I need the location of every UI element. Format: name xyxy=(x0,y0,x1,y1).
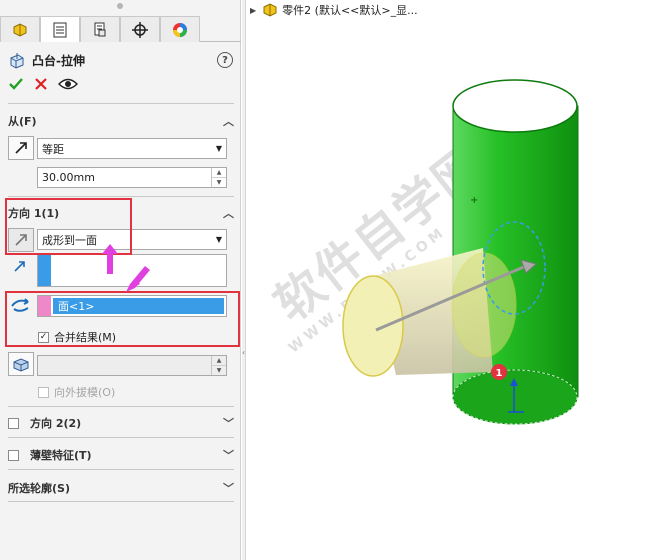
offset-spinner[interactable]: ▲ ▼ xyxy=(211,168,226,187)
chevron-up-icon[interactable]: ︿ xyxy=(223,113,234,129)
divider xyxy=(8,469,234,470)
feature-tree-flyout[interactable]: ▶ 零件2 (默认<<默认>_显... xyxy=(250,2,418,18)
checkbox-unchecked-icon xyxy=(8,417,19,429)
checkbox-unchecked-icon xyxy=(8,449,19,461)
feature-title-bar: 凸台-拉伸 ? xyxy=(8,50,233,70)
tab-feature-manager[interactable] xyxy=(0,16,40,42)
direction-arrow-icon xyxy=(15,142,27,154)
section-from-title: 从(F) xyxy=(8,115,37,128)
from-direction-button[interactable] xyxy=(8,136,34,160)
direction-vector-icon xyxy=(14,261,25,272)
draft-angle-input[interactable]: ▲ ▼ xyxy=(37,355,227,376)
sketch-point: + xyxy=(470,195,478,206)
tab-configuration-manager[interactable] xyxy=(80,16,120,42)
draft-outward-label: 向外拔模(O) xyxy=(54,386,116,399)
tab-dimxpert-manager[interactable] xyxy=(120,16,160,42)
from-offset-value: 30.00mm xyxy=(42,171,95,184)
thin-feature-checkbox[interactable] xyxy=(8,449,24,461)
property-manager-panel: 凸台-拉伸 ? 从(F) ︿ 等距 ▼ 30.00mm ▲ ▼ 方向 1(1) ︿… xyxy=(0,0,241,560)
expand-caret-icon[interactable]: ▶ xyxy=(250,6,256,15)
from-end-condition-value: 等距 xyxy=(42,142,64,156)
tab-property-manager[interactable] xyxy=(40,16,80,42)
manager-tabs xyxy=(0,16,241,42)
section-selected-contours-title: 所选轮廓(S) xyxy=(8,482,70,495)
from-end-condition-select[interactable]: 等距 ▼ xyxy=(37,138,227,159)
draft-spinner[interactable]: ▲ ▼ xyxy=(211,356,226,375)
section-thin-feature-title: 薄壁特征(T) xyxy=(30,449,92,462)
appearance-ball-icon xyxy=(173,22,187,37)
chevron-up-icon[interactable]: ︿ xyxy=(223,205,234,221)
annotation-magenta-arrows xyxy=(102,244,150,292)
divider xyxy=(8,501,234,502)
divider xyxy=(8,103,234,104)
divider xyxy=(8,437,234,438)
configuration-icon xyxy=(94,22,106,36)
draft-outward-checkbox[interactable]: 向外拔模(O) xyxy=(38,384,115,400)
part-icon xyxy=(263,3,277,17)
chevron-down-icon[interactable]: ﹀ xyxy=(223,480,234,496)
divider xyxy=(8,196,234,197)
section-from-header[interactable]: 从(F) ︿ xyxy=(8,112,234,130)
section-selected-contours-header[interactable]: 所选轮廓(S) ﹀ xyxy=(8,479,234,497)
ghost-boss-cylinder xyxy=(342,248,517,377)
crosshair-icon xyxy=(132,21,148,38)
preview-eye-icon[interactable] xyxy=(58,77,78,91)
part-name: 零件2 (默认<<默认>_显... xyxy=(282,4,418,17)
tab-display-manager[interactable] xyxy=(160,16,200,42)
graphics-viewport[interactable]: 1 + xyxy=(248,20,647,560)
chevron-down-icon[interactable]: ﹀ xyxy=(223,447,234,463)
from-offset-input[interactable]: 30.00mm ▲ ▼ xyxy=(37,167,227,188)
property-list-icon xyxy=(53,22,67,37)
ok-check-icon[interactable] xyxy=(8,76,24,92)
feature-actions xyxy=(8,76,78,92)
chevron-down-icon: ▼ xyxy=(215,235,222,244)
panel-splitter[interactable] xyxy=(242,0,246,560)
boss-extrude-icon xyxy=(10,53,24,69)
section-direction2-title: 方向 2(2) xyxy=(30,417,82,430)
chevron-down-icon: ▼ xyxy=(215,144,222,153)
section-direction2-header[interactable]: 方向 2(2) ﹀ xyxy=(8,414,234,432)
badge-number: 1 xyxy=(496,368,503,379)
checkbox-unchecked-icon xyxy=(38,386,49,398)
panel-grip[interactable] xyxy=(117,3,123,9)
direction2-checkbox[interactable] xyxy=(8,417,24,429)
draft-toggle-button[interactable] xyxy=(8,352,34,376)
feature-tree-icon xyxy=(13,22,27,37)
feature-title: 凸台-拉伸 xyxy=(32,53,85,68)
section-thin-feature-header[interactable]: 薄壁特征(T) ﹀ xyxy=(8,446,234,464)
selection-color-swatch xyxy=(38,255,51,286)
help-icon[interactable]: ? xyxy=(217,52,233,68)
divider xyxy=(8,406,234,407)
cancel-x-icon[interactable] xyxy=(34,77,48,91)
chevron-down-icon[interactable]: ﹀ xyxy=(223,415,234,431)
draft-icon xyxy=(13,358,29,372)
